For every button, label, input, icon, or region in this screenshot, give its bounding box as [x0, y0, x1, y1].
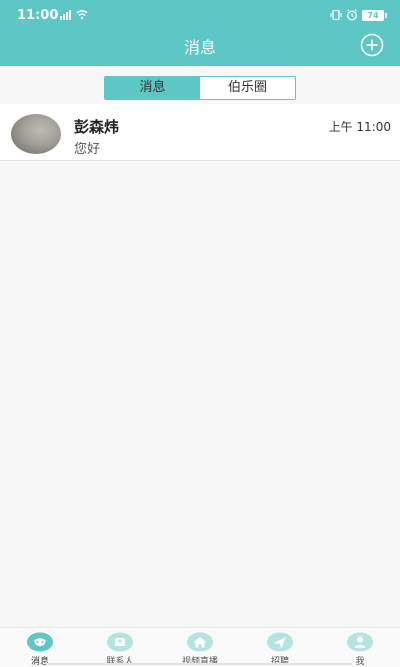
tabbar-label: 我: [355, 657, 365, 667]
chat-list: 彭森炜 您好 上午 11:00: [0, 104, 400, 161]
alarm-icon: [347, 9, 357, 21]
segmented-control: 消息 伯乐圈: [104, 76, 296, 100]
status-bar: 11:00 74: [0, 0, 400, 30]
status-time: 11:00: [17, 8, 59, 23]
tabbar-label: 联系人: [106, 657, 134, 667]
chat-list-item[interactable]: 彭森炜 您好 上午 11:00: [0, 104, 400, 161]
contacts-icon: [107, 632, 133, 652]
status-right: 74: [330, 8, 387, 22]
home-icon: [187, 632, 213, 652]
tabbar-item-video-live[interactable]: 视频直播: [160, 632, 240, 667]
header: 11:00 74 消息: [0, 0, 400, 66]
tabbar-item-contacts[interactable]: 联系人: [80, 632, 160, 667]
bottom-tab-bar: 消息 联系人 视频直播 招聘 我: [0, 627, 400, 667]
chat-name: 彭森炜: [74, 118, 120, 136]
tab-bole-circle[interactable]: 伯乐圈: [200, 77, 295, 99]
page-title: 消息: [183, 38, 216, 57]
home-indicator: [46, 663, 352, 665]
chat-time: 上午 11:00: [328, 120, 391, 134]
paper-plane-icon: [267, 632, 293, 652]
wifi-icon: [76, 10, 88, 20]
tabbar-item-me[interactable]: 我: [320, 632, 400, 667]
chat-bubble-icon: [27, 632, 53, 652]
chat-preview: 您好: [74, 142, 101, 157]
tabbar-item-messages[interactable]: 消息: [0, 632, 80, 667]
user-icon: [347, 632, 373, 652]
tabbar-label: 视频直播: [181, 657, 218, 667]
tabbar-label: 招聘: [270, 657, 289, 667]
signal-icon: [60, 10, 71, 20]
tabbar-label: 消息: [30, 657, 49, 667]
tabbar-item-recruit[interactable]: 招聘: [240, 632, 320, 667]
add-button[interactable]: [360, 33, 384, 57]
battery-icon: 74: [362, 9, 387, 21]
avatar[interactable]: [11, 114, 61, 154]
tab-messages[interactable]: 消息: [105, 77, 200, 99]
vibrate-icon: [330, 9, 342, 21]
